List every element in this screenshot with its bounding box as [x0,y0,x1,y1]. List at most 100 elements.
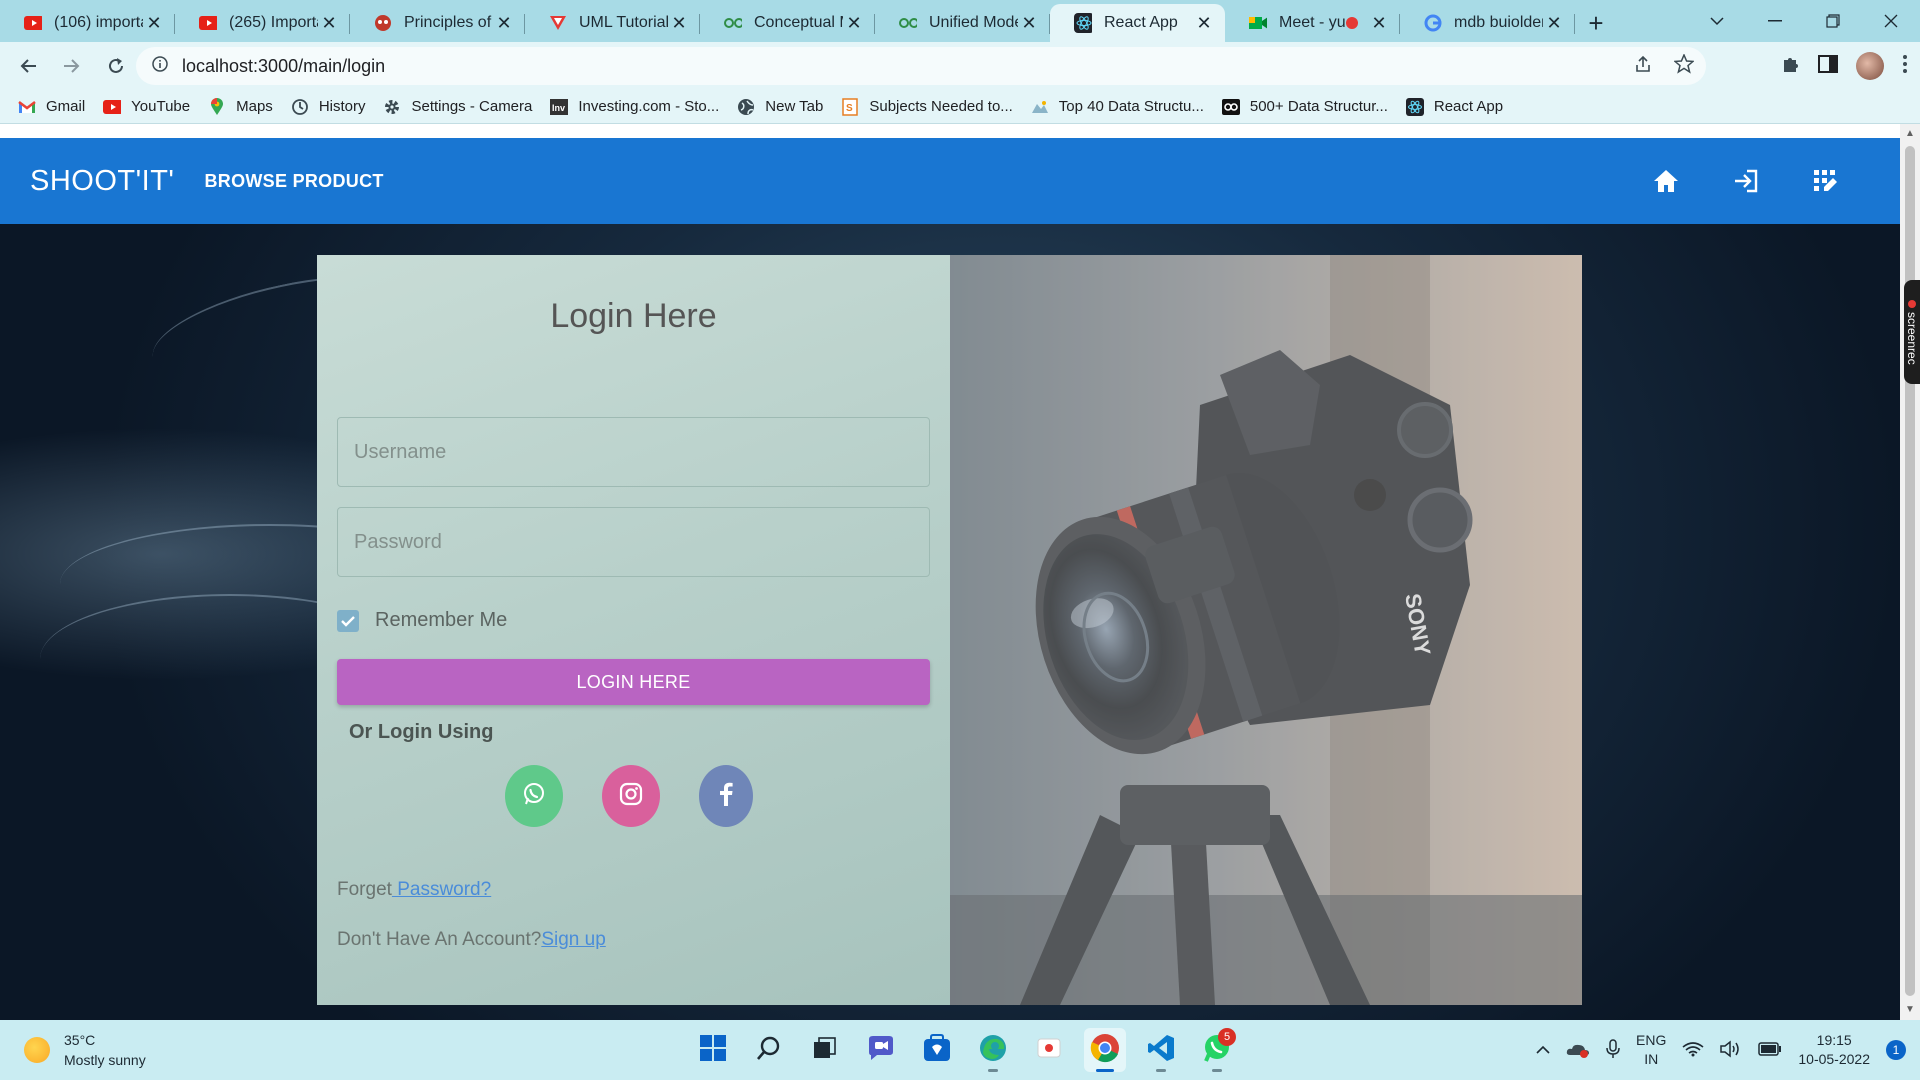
forgot-password-link[interactable]: Password? [392,879,491,900]
clock[interactable]: 19:15 10-05-2022 [1798,1031,1870,1069]
v-icon [549,14,567,32]
restore-icon[interactable] [1804,0,1862,42]
bookmark-gmail[interactable]: Gmail [18,98,85,116]
close-icon[interactable]: ✕ [668,13,690,34]
page-scrollbar[interactable]: ▲ ▼ [1900,124,1920,1020]
close-icon[interactable]: ✕ [1018,13,1040,34]
close-icon[interactable]: ✕ [493,13,515,34]
tab-unified-model[interactable]: Unified Model ✕ [875,4,1050,42]
bookmark-react-app[interactable]: React App [1405,97,1503,116]
url-text: localhost:3000/main/login [182,55,386,76]
signup-link[interactable]: Sign up [541,929,605,950]
close-window-icon[interactable] [1862,0,1920,42]
tab-youtube-1[interactable]: (106) importan ✕ [0,4,175,42]
password-input[interactable] [337,507,930,577]
close-icon[interactable]: ✕ [318,13,340,34]
google-icon [1424,14,1442,32]
whatsapp-button[interactable]: 5 [1196,1028,1238,1072]
chrome-button[interactable] [1084,1028,1126,1072]
info-icon[interactable] [152,55,168,77]
minimize-icon[interactable] [1746,0,1804,42]
youtube-icon [103,98,122,116]
tab-meet[interactable]: Meet - yu ✕ [1225,4,1400,42]
bookmark-top-40[interactable]: Top 40 Data Structu... [1031,98,1204,116]
store-button[interactable] [916,1028,958,1072]
bookmark-settings-camera[interactable]: Settings - Camera [383,98,532,116]
battery-icon[interactable] [1758,1041,1782,1059]
login-icon[interactable] [1732,167,1760,195]
tab-search-icon[interactable] [1688,0,1746,42]
weather-widget[interactable]: 35°C Mostly sunny [24,1030,146,1070]
close-icon[interactable]: ✕ [843,13,865,34]
tab-uml-tutorial[interactable]: UML Tutorial - ✕ [525,4,700,42]
bookmark-subjects[interactable]: S Subjects Needed to... [841,97,1013,116]
bookmark-new-tab[interactable]: New Tab [737,98,823,116]
teams-chat-button[interactable] [860,1028,902,1072]
login-button[interactable]: LOGIN HERE [337,659,930,705]
extensions-icon[interactable] [1780,54,1800,79]
search-button[interactable] [748,1028,790,1072]
share-icon[interactable] [1634,55,1652,78]
tab-title: mdb buiolder [1454,14,1543,31]
instagram-login-button[interactable] [602,765,660,827]
onedrive-icon[interactable] [1566,1040,1590,1061]
microphone-icon[interactable] [1606,1038,1620,1062]
username-input[interactable] [337,417,930,487]
volume-icon[interactable] [1720,1039,1742,1061]
remember-me[interactable]: Remember Me [337,609,507,632]
scroll-up-arrow-icon[interactable]: ▲ [1900,126,1920,142]
apps-edit-icon[interactable] [1812,167,1840,195]
page-viewport: SHOOT'IT' BROWSE PRODUCT Login Here Reme… [0,124,1900,1020]
back-arrow-icon[interactable] [8,46,48,86]
facebook-login-button[interactable] [699,765,753,827]
brand-logo[interactable]: SHOOT'IT' [30,165,174,198]
recording-icon [1346,17,1358,29]
browse-product-link[interactable]: BROWSE PRODUCT [204,171,383,192]
gear-icon [383,98,401,116]
bookmark-maps[interactable]: Maps [208,97,273,116]
wifi-icon[interactable] [1682,1041,1704,1060]
home-icon[interactable] [1652,167,1680,195]
remember-checkbox[interactable] [337,609,359,632]
edge-button[interactable] [972,1028,1014,1072]
start-button[interactable] [692,1028,734,1072]
tab-youtube-2[interactable]: (265) Importan ✕ [175,4,350,42]
close-icon[interactable]: ✕ [1543,13,1565,34]
reload-icon[interactable] [96,46,136,86]
close-icon[interactable]: ✕ [1193,13,1215,34]
login-heading: Login Here [550,297,717,335]
scrollbar-thumb[interactable] [1905,146,1915,996]
signup-row: Don't Have An Account?Sign up [337,929,606,951]
bookmarks-bar: Gmail YouTube Maps History Settings - Ca… [0,90,1920,124]
edge-icon [979,1034,1007,1067]
whatsapp-login-button[interactable] [505,765,563,827]
language-indicator[interactable]: ENG IN [1636,1031,1666,1069]
bookmark-history[interactable]: History [291,98,365,116]
scroll-down-arrow-icon[interactable]: ▼ [1900,1002,1920,1018]
close-icon[interactable]: ✕ [143,13,165,34]
address-bar[interactable]: localhost:3000/main/login [136,47,1706,85]
forward-arrow-icon[interactable] [52,46,92,86]
tab-title: (265) Importan [229,14,318,31]
sidepanel-icon[interactable] [1818,54,1838,78]
bookmark-youtube[interactable]: YouTube [103,98,190,116]
profile-avatar[interactable] [1856,52,1884,80]
task-view-button[interactable] [804,1028,846,1072]
new-tab-button[interactable]: + [1575,4,1617,42]
tab-mdb-builder[interactable]: mdb buiolder ✕ [1400,4,1575,42]
close-icon[interactable]: ✕ [1368,13,1390,34]
screenrec-widget[interactable]: screenrec [1904,280,1920,384]
menu-dots-icon[interactable] [1902,54,1908,79]
tab-conceptual[interactable]: Conceptual M ✕ [700,4,875,42]
bookmark-investing[interactable]: Inv Investing.com - Sto... [550,98,719,116]
tab-title: Principles of M [404,14,493,31]
chevron-up-icon[interactable] [1536,1042,1550,1058]
react-icon [1405,97,1424,116]
star-icon[interactable] [1673,52,1695,79]
bookmark-500-data[interactable]: 500+ Data Structur... [1221,98,1388,116]
notification-badge[interactable]: 1 [1886,1040,1906,1060]
vscode-button[interactable] [1140,1028,1182,1072]
tab-principles[interactable]: Principles of M ✕ [350,4,525,42]
tab-react-app[interactable]: React App ✕ [1050,4,1225,42]
meet-recorder-button[interactable] [1028,1028,1070,1072]
